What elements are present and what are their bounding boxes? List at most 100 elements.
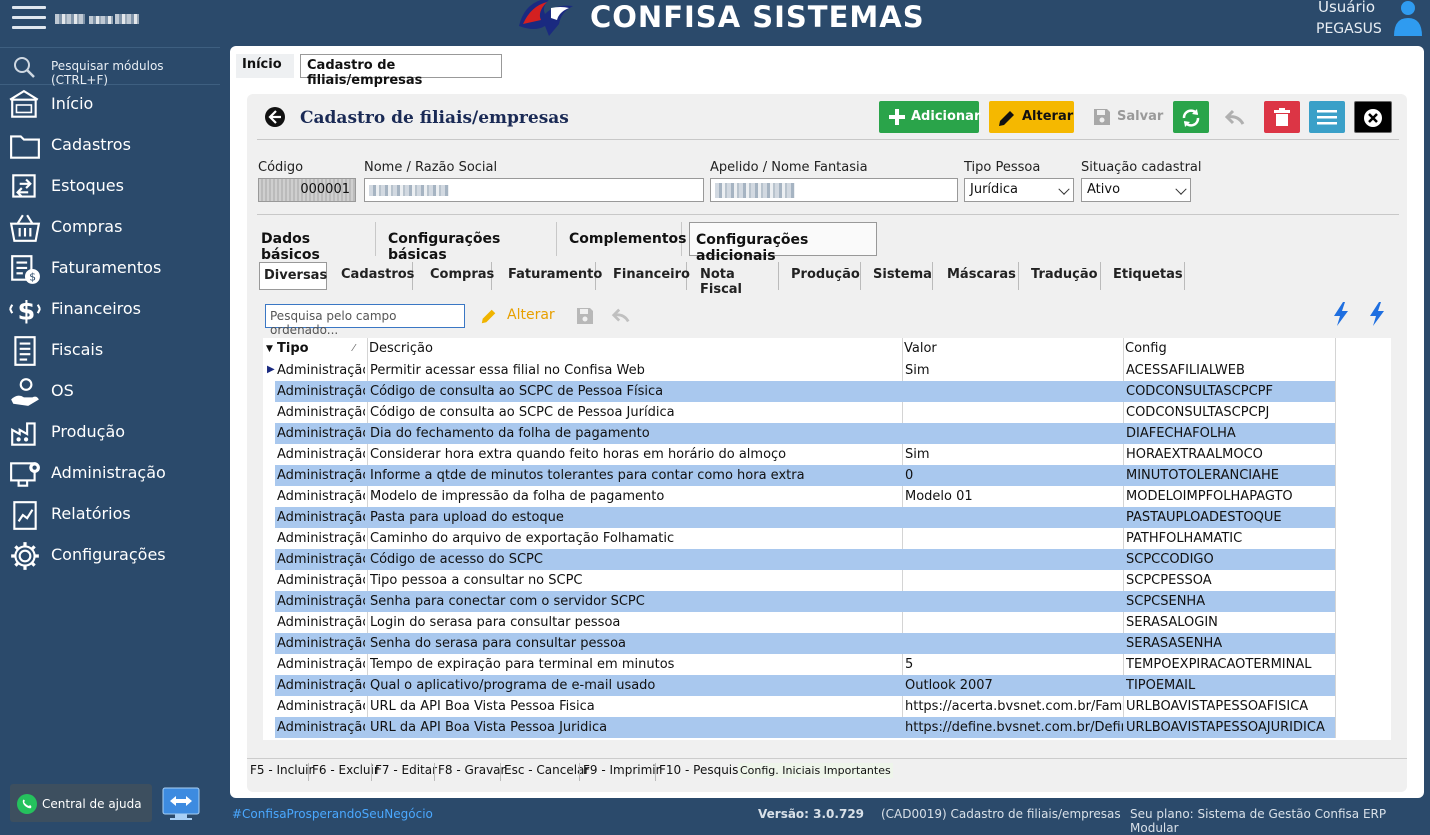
cell-tipo: Administração bbox=[277, 384, 365, 399]
cell-descricao: Login do serasa para consultar pessoa bbox=[370, 615, 621, 630]
tab-inicio[interactable]: Início bbox=[236, 54, 294, 78]
fkey-f5[interactable]: F5 - Incluir bbox=[247, 763, 313, 781]
subtab-producao[interactable]: Produção bbox=[787, 262, 861, 290]
table-row[interactable]: Administração Considerar hora extra quand… bbox=[275, 444, 1335, 465]
user-avatar-icon[interactable] bbox=[1392, 0, 1424, 36]
cell-valor[interactable]: Outlook 2007 bbox=[905, 678, 1123, 693]
sidebar-item-faturamentos[interactable]: $ Faturamentos bbox=[0, 248, 220, 289]
cell-valor[interactable]: Modelo 01 bbox=[905, 489, 1123, 504]
menu-button[interactable] bbox=[1309, 101, 1345, 133]
table-row[interactable]: Administração Código de acesso do SCPC SCP… bbox=[275, 549, 1335, 570]
table-row[interactable]: Administração Dia do fechamento da folha … bbox=[275, 423, 1335, 444]
module-search[interactable]: Pesquisar módulos (CTRL+F) bbox=[0, 47, 220, 87]
tab-configuracoes-basicas[interactable]: Configurações básicas bbox=[384, 222, 557, 263]
cell-valor[interactable]: 5 bbox=[905, 657, 1123, 672]
fkey-f8[interactable]: F8 - Gravar bbox=[434, 763, 505, 781]
table-row[interactable]: Administração Permitir acessar essa filia… bbox=[275, 360, 1335, 381]
table-row[interactable]: Administração Informe a qtde de minutos t… bbox=[275, 465, 1335, 486]
subtab-compras[interactable]: Compras bbox=[426, 262, 494, 290]
refresh-button[interactable] bbox=[1173, 101, 1209, 133]
edit-button[interactable]: Alterar bbox=[989, 101, 1074, 133]
undo-button[interactable] bbox=[1217, 101, 1253, 133]
undo-arrow-icon[interactable] bbox=[609, 306, 633, 326]
grid-search-input[interactable]: Pesquisa pelo campo ordenado... bbox=[265, 304, 465, 337]
sidebar-item-cadastros[interactable]: Cadastros bbox=[0, 125, 220, 166]
table-row[interactable]: Administração Código de consulta ao SCPC … bbox=[275, 402, 1335, 423]
sidebar-item-relatorios[interactable]: Relatórios bbox=[0, 494, 220, 535]
lightning-icon[interactable] bbox=[1368, 302, 1386, 326]
cell-config: SERASASENHA bbox=[1126, 636, 1223, 651]
cell-valor[interactable]: 0 bbox=[905, 468, 1123, 483]
nome-field[interactable] bbox=[364, 178, 704, 202]
table-row[interactable]: Administração URL da API Boa Vista Pessoa… bbox=[275, 717, 1335, 738]
situacao-select[interactable]: Ativo bbox=[1081, 178, 1191, 202]
table-row[interactable]: Administração Tipo pessoa a consultar no … bbox=[275, 570, 1335, 591]
header-config[interactable]: Config bbox=[1125, 338, 1167, 360]
sidebar-item-estoques[interactable]: Estoques bbox=[0, 166, 220, 207]
sidebar-item-os[interactable]: OS bbox=[0, 371, 220, 412]
sidebar-item-label: Compras bbox=[51, 217, 123, 236]
subtab-traducao[interactable]: Tradução bbox=[1027, 262, 1101, 290]
back-arrow-icon[interactable] bbox=[264, 106, 286, 128]
add-button[interactable]: Adicionar bbox=[879, 101, 980, 133]
subtab-diversas[interactable]: Diversas bbox=[259, 262, 327, 290]
sidebar-item-configuracoes[interactable]: Configurações bbox=[0, 535, 220, 576]
subtab-financeiro[interactable]: Financeiro bbox=[609, 262, 690, 290]
table-row[interactable]: Administração Qual o aplicativo/programa … bbox=[275, 675, 1335, 696]
subtab-mascaras[interactable]: Máscaras bbox=[943, 262, 1019, 290]
header-descricao[interactable]: Descrição bbox=[369, 338, 433, 360]
cell-tipo: Administração bbox=[277, 363, 365, 378]
sidebar-item-fiscais[interactable]: Fiscais bbox=[0, 330, 220, 371]
save-button[interactable]: Salvar bbox=[1087, 101, 1167, 133]
sidebar-item-administracao[interactable]: Administração bbox=[0, 453, 220, 494]
header-valor[interactable]: Valor bbox=[904, 338, 937, 360]
codigo-field[interactable]: 000001 bbox=[258, 178, 356, 202]
cell-valor[interactable]: https://acerta.bvsnet.com.br/FamiliaA bbox=[905, 699, 1123, 714]
table-row[interactable]: Administração Código de consulta ao SCPC … bbox=[275, 381, 1335, 402]
delete-button[interactable] bbox=[1264, 101, 1300, 133]
subtab-faturamento[interactable]: Faturamento bbox=[504, 262, 602, 290]
table-row[interactable]: Administração Senha para conectar com o s… bbox=[275, 591, 1335, 612]
help-center-button[interactable]: Central de ajuda bbox=[10, 784, 152, 822]
table-row[interactable]: Administração Caminho do arquivo de expor… bbox=[275, 528, 1335, 549]
table-row[interactable]: Administração Login do serasa para consul… bbox=[275, 612, 1335, 633]
fkey-esc[interactable]: Esc - Cancelar bbox=[500, 763, 589, 781]
subtab-cadastros[interactable]: Cadastros bbox=[337, 262, 414, 290]
cell-valor[interactable]: Sim bbox=[905, 447, 1123, 462]
lightning-icon[interactable] bbox=[1332, 302, 1350, 326]
tab-cadastro-filiais[interactable]: Cadastro de filiais/empresas bbox=[300, 54, 502, 88]
apelido-blurred-value bbox=[715, 183, 795, 198]
cell-config: PATHFOLHAMATIC bbox=[1126, 531, 1243, 546]
table-row[interactable]: Administração Pasta para upload do estoqu… bbox=[275, 507, 1335, 528]
tab-dados-basicos[interactable]: Dados básicos bbox=[257, 222, 376, 263]
subtab-nota-fiscal[interactable]: Nota Fiscal bbox=[696, 262, 779, 297]
close-button[interactable] bbox=[1354, 101, 1392, 133]
apelido-field[interactable] bbox=[710, 178, 958, 202]
sidebar-item-compras[interactable]: Compras bbox=[0, 207, 220, 248]
config-iniciais-importantes[interactable]: Config. Iniciais Importantes bbox=[738, 763, 893, 778]
fkey-f10[interactable]: F10 - Pesquisa bbox=[655, 763, 746, 781]
tipo-pessoa-select[interactable]: Jurídica bbox=[964, 178, 1074, 202]
table-row[interactable]: Administração Senha do serasa para consul… bbox=[275, 633, 1335, 654]
remote-access-icon[interactable] bbox=[162, 787, 200, 821]
sidebar-item-producao[interactable]: Produção bbox=[0, 412, 220, 453]
subtab-sistema[interactable]: Sistema bbox=[869, 262, 933, 290]
tab-complementos[interactable]: Complementos bbox=[565, 222, 687, 256]
tab-configuracoes-adicionais[interactable]: Configurações adicionais bbox=[689, 222, 877, 264]
subtab-etiquetas[interactable]: Etiquetas bbox=[1109, 262, 1185, 290]
sidebar-item-inicio[interactable]: Início bbox=[0, 84, 220, 125]
table-row[interactable]: Administração URL da API Boa Vista Pessoa… bbox=[275, 696, 1335, 717]
fkey-f9[interactable]: F9 - Imprimir bbox=[579, 763, 661, 781]
header-tipo[interactable]: Tipo bbox=[277, 338, 309, 360]
table-row[interactable]: Administração Modelo de impressão da folh… bbox=[275, 486, 1335, 507]
cell-valor[interactable]: Sim bbox=[905, 363, 1123, 378]
list-menu-icon bbox=[1317, 110, 1337, 125]
fkey-f6[interactable]: F6 - Excluir bbox=[308, 763, 379, 781]
sidebar-item-label: Administração bbox=[51, 463, 166, 482]
fkey-f7[interactable]: F7 - Editar bbox=[371, 763, 437, 781]
hamburger-menu-icon[interactable] bbox=[12, 6, 46, 30]
floppy-disk-icon[interactable] bbox=[576, 307, 594, 325]
table-row[interactable]: Administração Tempo de expiração para ter… bbox=[275, 654, 1335, 675]
cell-valor[interactable]: https://define.bvsnet.com.br/DefineXr bbox=[905, 720, 1123, 735]
sidebar-item-financeiros[interactable]: $ Financeiros bbox=[0, 289, 220, 330]
